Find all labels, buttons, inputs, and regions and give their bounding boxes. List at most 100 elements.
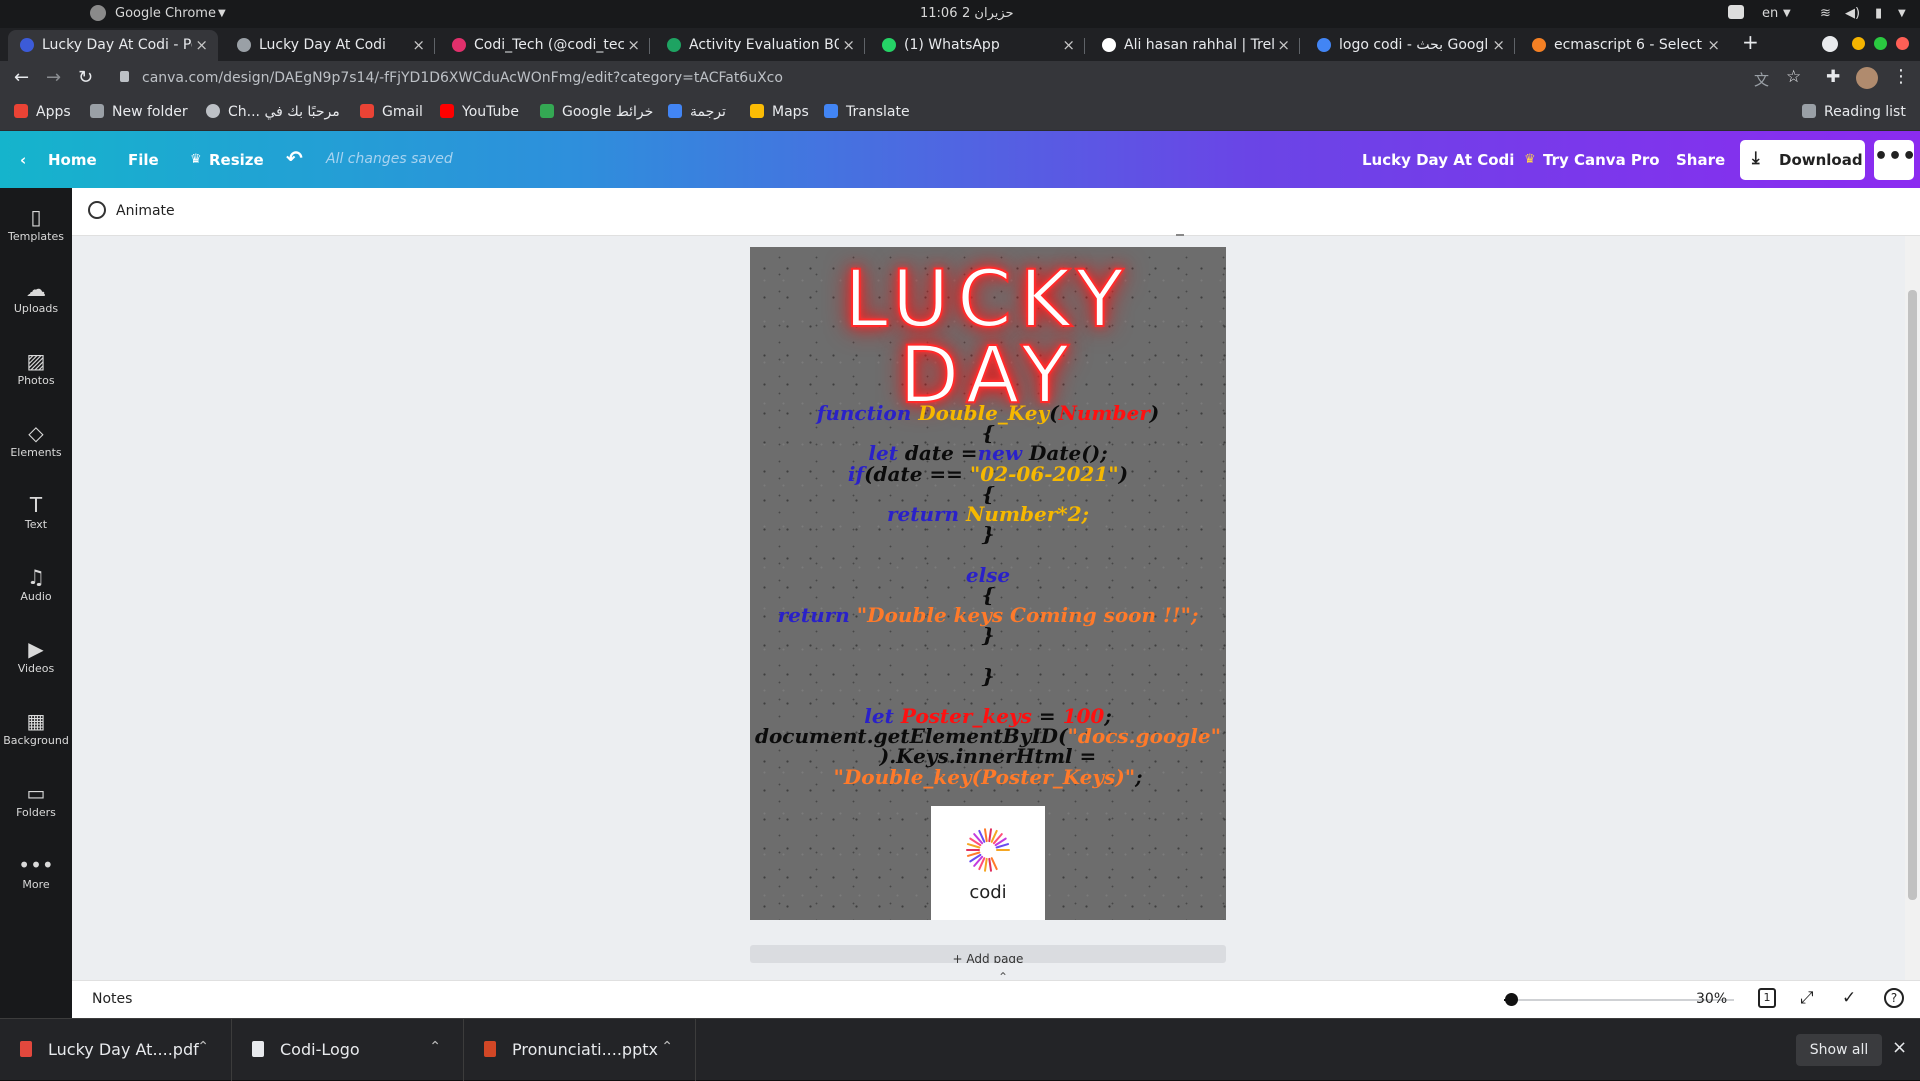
zoom-slider-handle[interactable] (1504, 993, 1518, 1006)
forward-icon[interactable]: → (46, 67, 61, 88)
close-icon[interactable]: × (1062, 36, 1075, 54)
tab-lucky-day[interactable]: Lucky Day At Codi × (225, 30, 435, 61)
animate-icon[interactable] (88, 201, 106, 219)
lock-icon[interactable] (120, 71, 129, 82)
share-button[interactable]: Share (1676, 151, 1725, 169)
chrome-icon (90, 5, 106, 21)
close-window-button[interactable] (1896, 37, 1909, 50)
tab-trello[interactable]: Ali hasan rahhal | Trell × (1090, 30, 1300, 61)
more-options-button[interactable]: ••• (1874, 140, 1916, 180)
chevron-down-icon[interactable]: ▼ (1783, 8, 1791, 19)
notes-button[interactable]: Notes (92, 991, 132, 1007)
tab-search-icon[interactable] (1822, 36, 1838, 52)
extensions-icon[interactable]: ✚ (1826, 67, 1840, 87)
bookmark-apps[interactable]: Apps (14, 104, 71, 120)
chevron-up-icon[interactable]: ⌃ (661, 1039, 673, 1055)
discord-icon[interactable] (1728, 5, 1744, 19)
bookmark-google-maps-ar[interactable]: Google خرائط (540, 104, 653, 120)
close-icon[interactable]: × (627, 36, 640, 54)
bookmark-gmail[interactable]: Gmail (360, 104, 423, 120)
profile-avatar[interactable] (1856, 67, 1878, 89)
new-tab-button[interactable]: + (1742, 30, 1759, 54)
logo-ray (984, 857, 988, 872)
try-canva-pro-button[interactable]: Try Canva Pro (1543, 151, 1660, 169)
bookmark-youtube[interactable]: YouTube (440, 104, 519, 120)
volume-icon[interactable]: ◀) (1845, 6, 1860, 21)
sidebar-item-uploads[interactable]: ☁ Uploads (0, 272, 72, 332)
sidebar-item-audio[interactable]: ♫ Audio (0, 560, 72, 620)
sidebar-item-videos[interactable]: ▶ Videos (0, 632, 72, 692)
chevron-down-icon[interactable]: ▼ (1898, 8, 1906, 19)
logo-ray (984, 828, 988, 843)
chevron-up-icon[interactable]: ⌃ (429, 1039, 441, 1055)
download-item-logo[interactable]: Codi-Logo ⌃ (232, 1019, 464, 1081)
map-pin-icon (750, 104, 764, 118)
close-icon[interactable]: × (1492, 36, 1505, 54)
bookmark-translate-ar[interactable]: ترجمة (668, 104, 726, 120)
bookmark-new-folder[interactable]: New folder (90, 104, 188, 120)
home-button[interactable]: Home (48, 151, 97, 169)
address-bar[interactable]: canva.com/design/DAEgN9p7s14/-fFjYD1D6XW… (142, 70, 783, 86)
app-name[interactable]: Google Chrome (115, 6, 216, 21)
bookmark-translate[interactable]: Translate (824, 104, 910, 120)
back-icon[interactable]: ← (14, 67, 29, 88)
check-circle-icon[interactable]: ✓ (1842, 988, 1856, 1008)
bookmark-star-icon[interactable]: ☆ (1786, 67, 1801, 87)
undo-icon[interactable]: ↶ (286, 146, 303, 170)
sidebar-item-photos[interactable]: ▨ Photos (0, 344, 72, 404)
tab-whatsapp[interactable]: (1) WhatsApp × (870, 30, 1085, 61)
minimize-button[interactable] (1852, 37, 1865, 50)
close-icon[interactable]: × (842, 36, 855, 54)
tab-stackoverflow[interactable]: ecmascript 6 - Select A × (1520, 30, 1730, 61)
sidebar-item-more[interactable]: ••• More (0, 848, 72, 908)
reading-list-icon (1802, 104, 1816, 118)
download-item-pdf[interactable]: Lucky Day At....pdf ⌃ (0, 1019, 232, 1081)
tab-lucky-day-poster[interactable]: Lucky Day At Codi - Po × (8, 30, 218, 61)
resize-button[interactable]: Resize (209, 151, 264, 169)
sidebar-item-templates[interactable]: ▯ Templates (0, 200, 72, 260)
chevron-down-icon[interactable]: ▼ (218, 8, 226, 19)
bookmark-chrome[interactable]: Ch... مرحبًا بك في (206, 104, 340, 120)
language-indicator[interactable]: en (1762, 6, 1778, 21)
sidebar-item-folders[interactable]: ▭ Folders (0, 776, 72, 836)
tab-title: Activity Evaluation B0 (689, 37, 839, 53)
show-all-button[interactable]: Show all (1796, 1034, 1882, 1066)
help-icon[interactable]: ? (1884, 988, 1904, 1008)
design-title[interactable]: Lucky Day At Codi (1362, 151, 1514, 169)
tab-activity-evaluation[interactable]: Activity Evaluation B0 × (655, 30, 865, 61)
wifi-icon[interactable]: ≋ (1820, 6, 1831, 21)
close-icon[interactable]: × (1707, 36, 1720, 54)
add-page-button[interactable]: + Add page (750, 945, 1226, 963)
zoom-level[interactable]: 30% (1696, 991, 1727, 1007)
code-token: ( (1049, 401, 1059, 425)
codi-logo-card[interactable]: codi (931, 806, 1045, 920)
chevron-left-icon[interactable]: ‹ (20, 151, 26, 169)
close-icon[interactable]: × (412, 36, 425, 54)
battery-icon[interactable]: ▮ (1875, 6, 1882, 21)
bookmark-maps[interactable]: Maps (750, 104, 809, 120)
chrome-menu-icon[interactable]: ⋮ (1892, 66, 1910, 87)
file-menu-button[interactable]: File (128, 151, 159, 169)
reload-icon[interactable]: ↻ (78, 67, 93, 88)
chevron-up-icon[interactable]: ⌃ (197, 1039, 209, 1055)
fullscreen-icon[interactable]: ⤢ (1800, 988, 1814, 1008)
sidebar-item-elements[interactable]: ◇ Elements (0, 416, 72, 476)
maximize-button[interactable] (1874, 37, 1887, 50)
sidebar-item-background[interactable]: ▦ Background (0, 704, 72, 764)
translate-page-icon[interactable]: 文 (1754, 69, 1769, 90)
page-count-button[interactable]: 1 (1758, 988, 1776, 1008)
tab-google-search[interactable]: logo codi - بحث Googl × (1305, 30, 1515, 61)
close-icon[interactable]: × (1277, 36, 1290, 54)
clock[interactable]: 11:06 (920, 6, 957, 21)
sidebar-item-text[interactable]: T Text (0, 488, 72, 548)
close-icon[interactable]: × (1892, 1037, 1907, 1058)
animate-button[interactable]: Animate (116, 203, 175, 219)
download-item-pptx[interactable]: Pronunciati....pptx ⌃ (464, 1019, 696, 1081)
code-line: let Poster_keys = 100; (750, 706, 1226, 726)
reading-list-button[interactable]: Reading list (1802, 104, 1906, 120)
tab-instagram[interactable]: Codi_Tech (@codi_tec × (440, 30, 650, 61)
code-line: } (750, 666, 1226, 686)
scrollbar-thumb[interactable] (1908, 290, 1917, 900)
download-button[interactable]: ⤓ Download (1740, 140, 1865, 180)
close-icon[interactable]: × (195, 36, 208, 54)
